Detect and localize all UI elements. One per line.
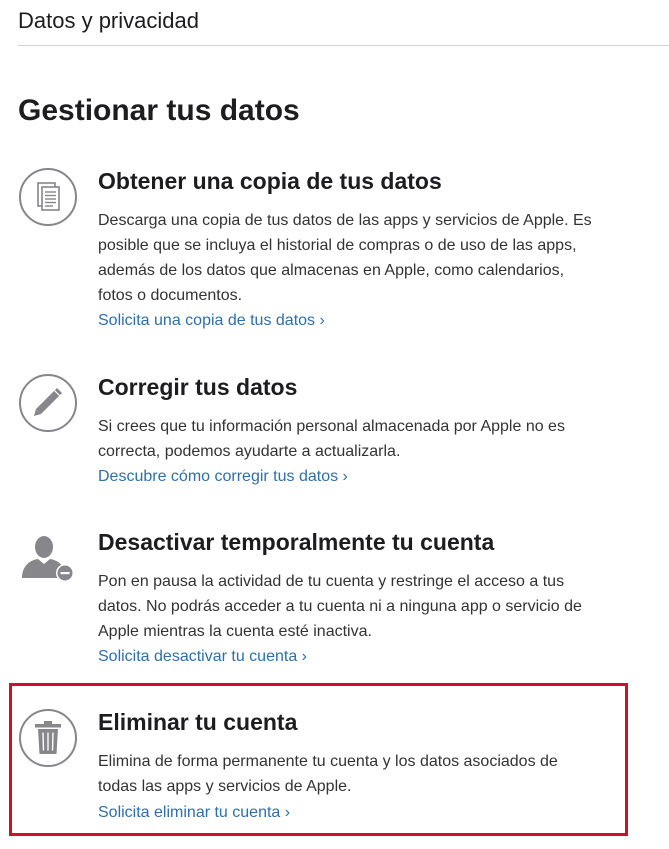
section-title: Corregir tus datos <box>98 374 298 400</box>
page-title: Datos y privacidad <box>18 8 199 33</box>
document-copy-icon <box>18 167 78 227</box>
description-line: Apple mientras la cuenta esté inactiva. <box>98 623 372 640</box>
section-heading: Gestionar tus datos <box>18 94 300 127</box>
correct-data-link[interactable]: Descubre cómo corregir tus datos › <box>98 466 348 488</box>
header-divider <box>18 45 669 46</box>
description-line: datos. No podrás acceder a tu cuenta ni … <box>98 598 582 615</box>
description-line: correcta, podemos ayudarte a actualizarl… <box>98 443 401 460</box>
request-copy-link[interactable]: Solicita una copia de tus datos › <box>98 310 325 332</box>
description-line: posible que se incluya el historial de c… <box>98 237 577 254</box>
section-description: Pon en pausa la actividad de tu cuenta y… <box>98 569 658 644</box>
description-line: además de los datos que almacenas en App… <box>98 262 565 279</box>
description-line: Pon en pausa la actividad de tu cuenta y… <box>98 573 565 590</box>
description-line: Descarga una copia de tus datos de las a… <box>98 212 592 229</box>
user-deactivate-icon <box>18 528 78 588</box>
section-description: Si crees que tu información personal alm… <box>98 414 658 464</box>
description-line: Si crees que tu información personal alm… <box>98 418 565 435</box>
section-title: Obtener una copia de tus datos <box>98 168 442 194</box>
deactivate-account-link[interactable]: Solicita desactivar tu cuenta › <box>98 646 307 668</box>
description-line: fotos o documentos. <box>98 287 243 304</box>
privacy-page: Datos y privacidad Gestionar tus datos O… <box>0 0 669 849</box>
section-description: Descarga una copia de tus datos de las a… <box>98 208 658 308</box>
section-title: Desactivar temporalmente tu cuenta <box>98 529 495 555</box>
pencil-icon <box>18 373 78 433</box>
highlight-annotation <box>9 683 628 836</box>
